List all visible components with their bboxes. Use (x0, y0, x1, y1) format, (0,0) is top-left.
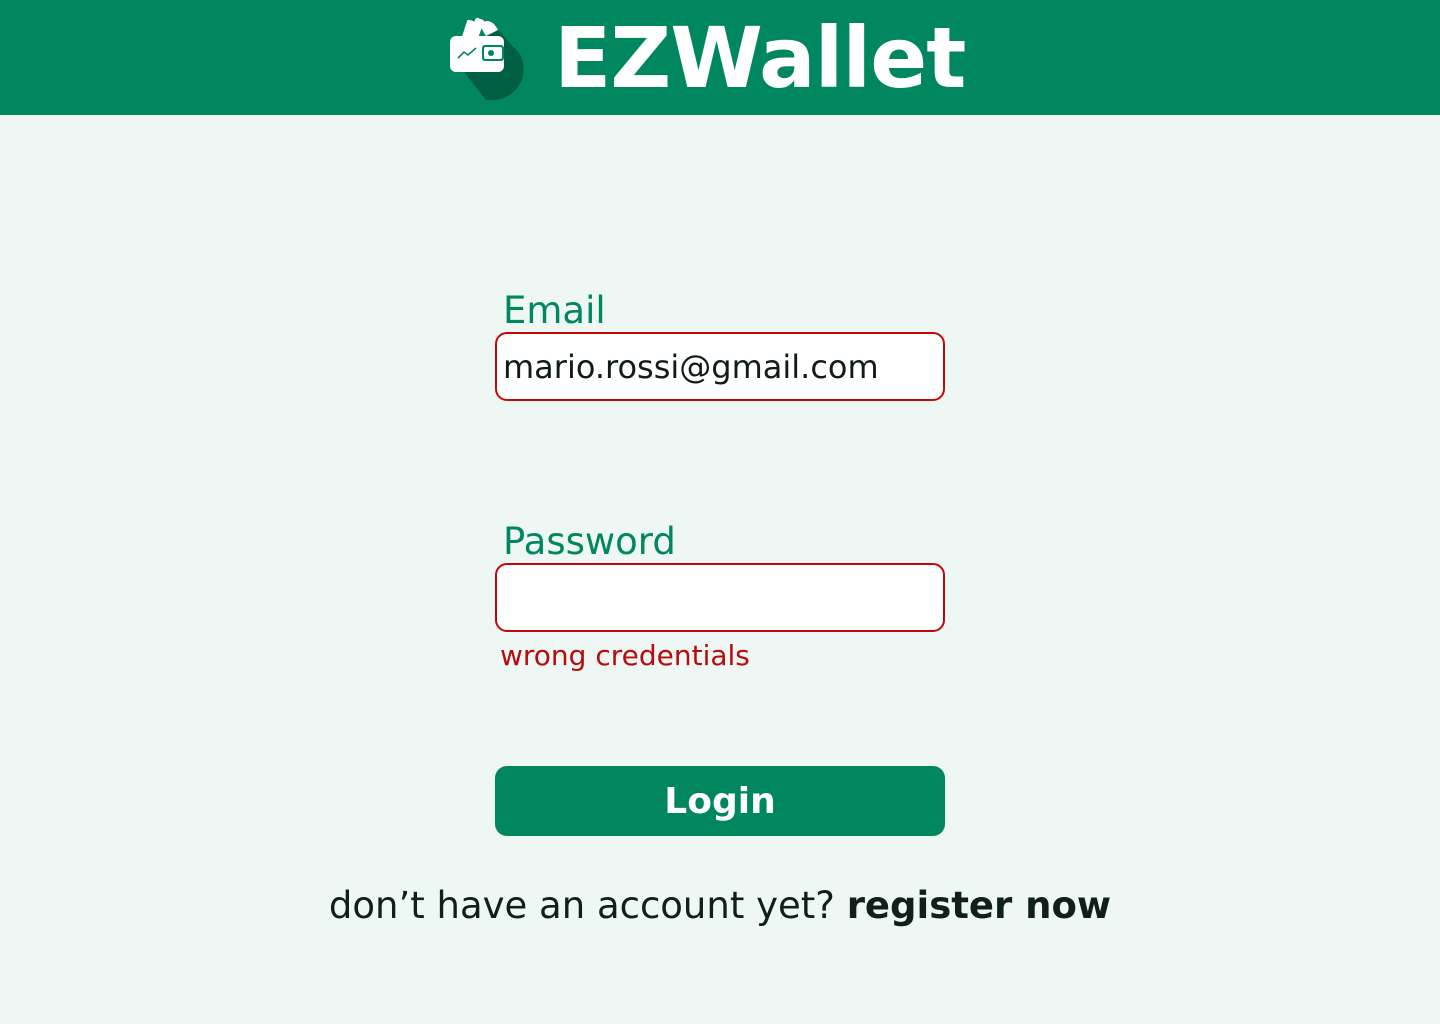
register-prompt-text: don’t have an account yet? (328, 884, 835, 927)
app-header: EZWallet (0, 0, 1440, 115)
register-prompt-line: don’t have an account yet? register now (0, 880, 1440, 932)
email-label: Email (503, 289, 606, 332)
password-label: Password (503, 520, 676, 563)
password-field[interactable] (495, 563, 945, 632)
wallet-icon (450, 17, 524, 101)
email-field[interactable] (495, 332, 945, 401)
app-title: EZWallet (554, 9, 966, 107)
error-message: wrong credentials (500, 639, 750, 672)
login-button[interactable]: Login (495, 766, 945, 836)
register-now-link[interactable]: register now (847, 884, 1111, 927)
